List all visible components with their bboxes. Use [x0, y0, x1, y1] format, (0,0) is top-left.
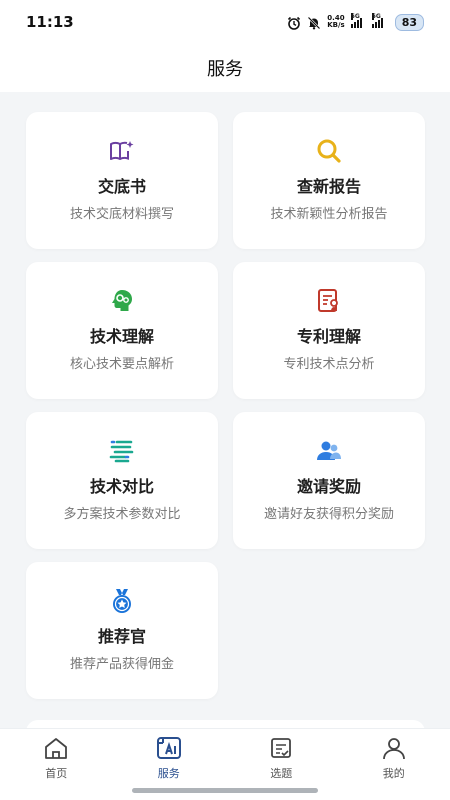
card-title: 邀请奖励	[296, 477, 361, 496]
network-speed: 0.40 KB/s	[327, 15, 344, 29]
card-description: 核心技术要点解析	[69, 357, 174, 372]
nav-item-home[interactable]: 首页	[16, 735, 96, 781]
status-time: 11:13	[26, 13, 74, 31]
brain-gear-icon	[108, 287, 136, 315]
medal-star-icon	[108, 587, 136, 615]
card-patent-understanding[interactable]: 专利理解 专利技术点分析	[233, 262, 425, 399]
card-description: 邀请好友获得积分奖励	[263, 507, 394, 522]
card-tech-understanding[interactable]: 技术理解 核心技术要点解析	[26, 262, 218, 399]
card-description: 多方案技术参数对比	[63, 507, 181, 522]
card-description: 技术交底材料撰写	[69, 207, 174, 222]
card-disclosure[interactable]: 交底书 技术交底材料撰写	[26, 112, 218, 249]
card-description: 推荐产品获得佣金	[69, 657, 174, 672]
nav-label: 选题	[270, 767, 293, 780]
nav-item-service[interactable]: 服务	[129, 735, 209, 781]
home-indicator[interactable]	[132, 788, 318, 793]
card-title: 技术对比	[89, 477, 154, 496]
search-icon	[315, 137, 343, 165]
service-grid: 交底书 技术交底材料撰写 查新报告 技术新颖性分析报告 技术理解 核心技术要点解…	[26, 112, 425, 699]
card-novelty-report[interactable]: 查新报告 技术新颖性分析报告	[233, 112, 425, 249]
page-title: 服务	[207, 59, 243, 80]
card-recommender[interactable]: 推荐官 推荐产品获得佣金	[26, 562, 218, 699]
user-icon	[380, 735, 408, 761]
network-type-2: 5G	[371, 13, 381, 20]
checklist-icon	[267, 735, 295, 761]
alarm-icon	[287, 15, 301, 30]
mute-bell-icon	[307, 15, 321, 30]
status-icons: 0.40 KB/s 5G 5G 83	[287, 13, 424, 31]
network-speed-unit: KB/s	[327, 21, 345, 29]
battery-indicator: 83	[394, 13, 424, 31]
card-description: 专利技术点分析	[283, 357, 375, 372]
signal-2-icon: 5G	[371, 13, 383, 28]
page-header: 服务	[0, 44, 450, 92]
book-sparkle-icon	[108, 137, 136, 165]
patent-document-icon	[315, 287, 343, 315]
compare-bars-icon	[108, 437, 136, 465]
network-type-1: 5G	[350, 13, 360, 20]
status-bar: 11:13 0.40 KB/s 5G 5G 83	[0, 0, 450, 44]
nav-item-mine[interactable]: 我的	[354, 735, 434, 781]
invite-users-icon	[315, 437, 343, 465]
card-title: 推荐官	[97, 627, 146, 646]
ai-service-icon	[155, 735, 183, 761]
nav-item-topics[interactable]: 选题	[241, 735, 321, 781]
card-invite-reward[interactable]: 邀请奖励 邀请好友获得积分奖励	[233, 412, 425, 549]
card-description: 技术新颖性分析报告	[270, 207, 388, 222]
nav-label: 服务	[157, 767, 180, 780]
card-title: 交底书	[97, 177, 146, 196]
card-title: 技术理解	[89, 327, 154, 346]
nav-label: 首页	[45, 767, 68, 780]
signal-1-icon: 5G	[350, 13, 362, 28]
nav-label: 我的	[382, 767, 405, 780]
card-title: 专利理解	[296, 327, 361, 346]
card-title: 查新报告	[296, 177, 361, 196]
home-icon	[42, 735, 70, 761]
card-tech-comparison[interactable]: 技术对比 多方案技术参数对比	[26, 412, 218, 549]
